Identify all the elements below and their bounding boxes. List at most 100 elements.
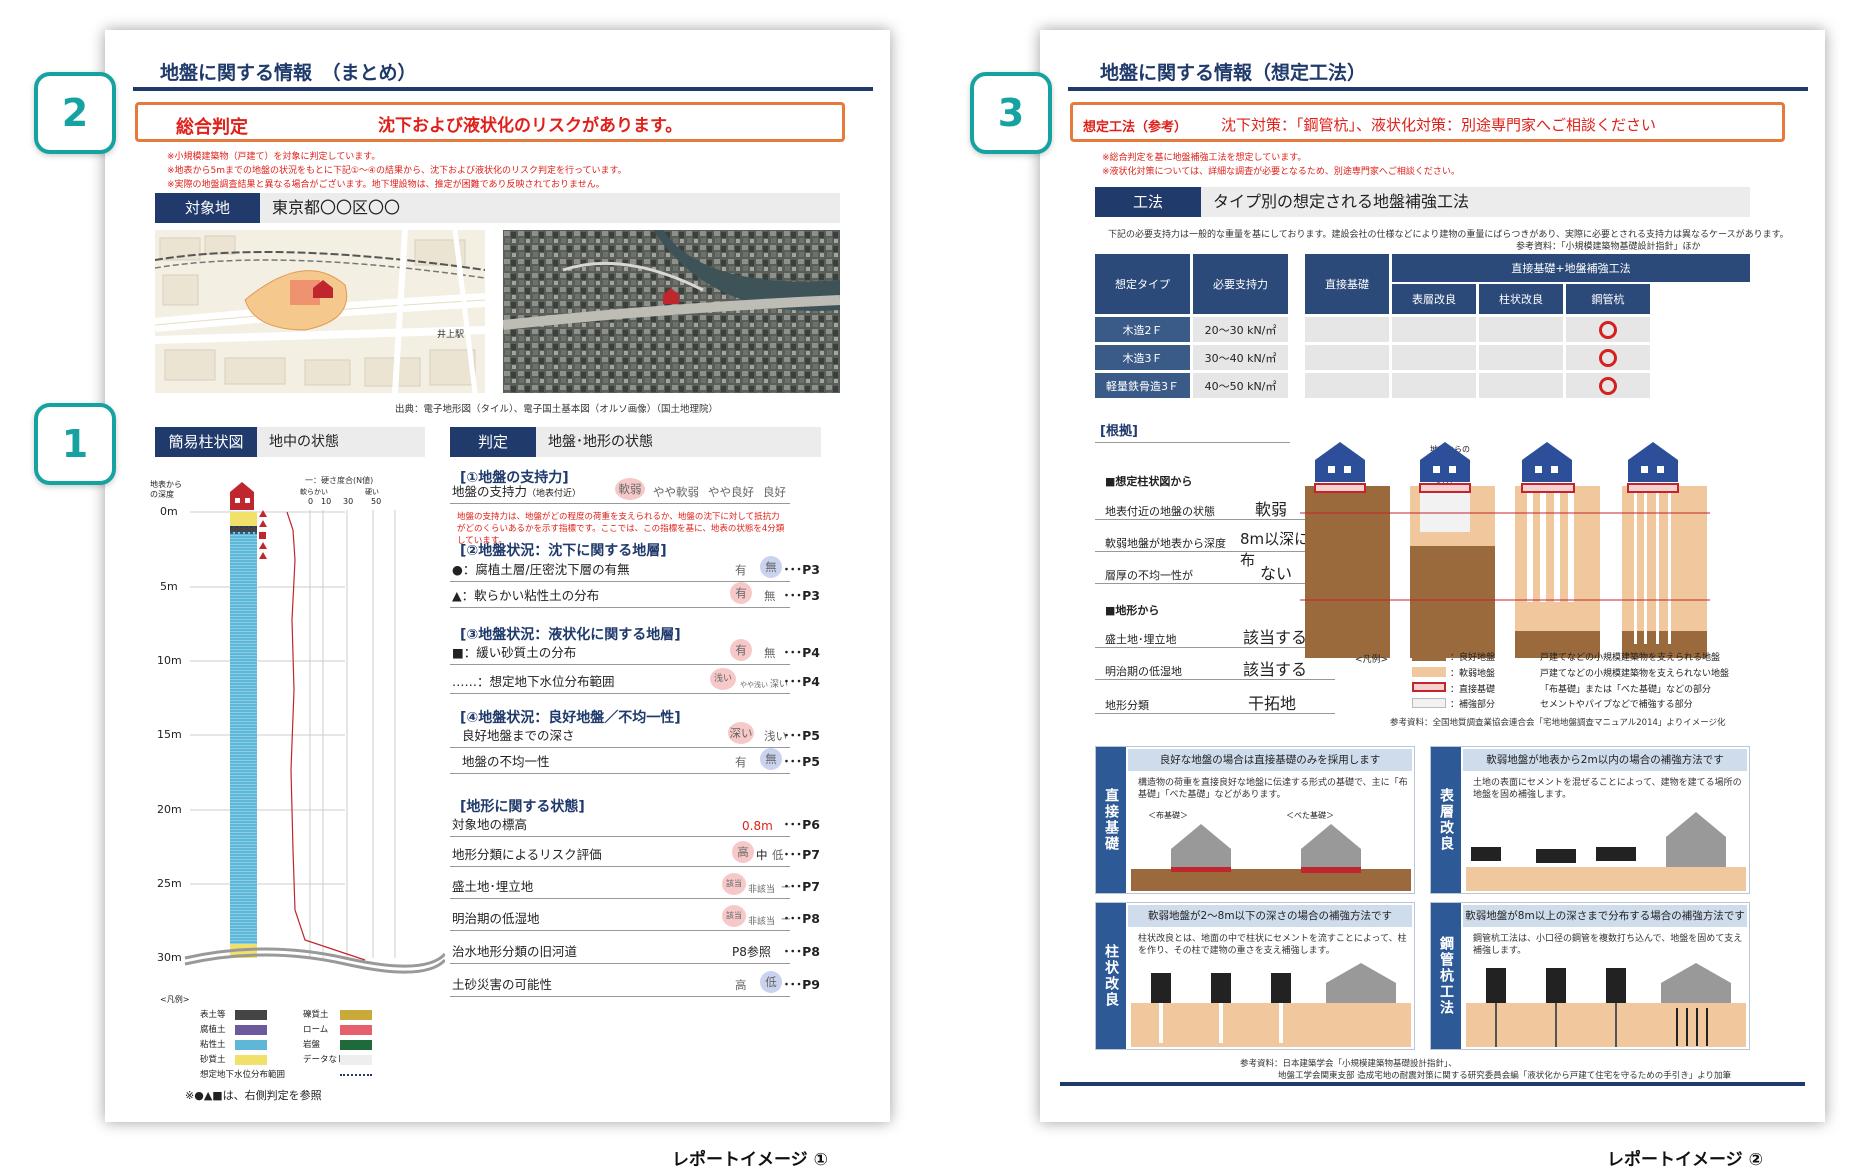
table-column-cell: [1479, 373, 1563, 398]
badge-3: 3: [970, 72, 1052, 154]
column-title: 地中の状態: [257, 427, 425, 457]
n-value-line: [286, 511, 366, 961]
table-header-type: 想定タイプ: [1095, 254, 1190, 314]
boring-column-chart: 地表から の深度 一：硬さ度合(N値) 軟らかい 硬い 0 10 30 50 0…: [145, 470, 445, 1100]
table-type-cell: 木造2Ｆ: [1095, 317, 1190, 342]
table-surface-cell: [1392, 373, 1476, 398]
judge-row-value-c: 低: [772, 848, 784, 862]
support-label-text: 地盤の支持力: [452, 484, 528, 499]
basis-row-label: 盛土地･埋立地: [1105, 633, 1177, 646]
basis-topo-head: ■地形から: [1105, 604, 1160, 617]
judge-row-label: ▲：軟らかい粘性土の分布: [452, 588, 600, 603]
judge-row-label: 治水地形分類の旧河道: [452, 944, 578, 959]
basis-row-label: 軟弱地盤が地表から深度: [1105, 537, 1226, 550]
basis-row: 盛土地･埋立地 該当する: [1095, 618, 1335, 648]
basis-row: 層厚の不均一性が ない: [1095, 554, 1335, 584]
table-support-cell: 20～30 kN/㎡: [1193, 317, 1288, 342]
panel-head: 軟弱地盤が8m以上の深さまで分布する場合の補強方法です: [1463, 905, 1747, 927]
badge-1: 1: [34, 403, 116, 485]
panel-direct-graphic: [1131, 824, 1411, 891]
note-line: ※総合判定を基に地盤補強工法を想定しています。: [1102, 153, 1307, 163]
judge-row-label: 盛土地･埋立地: [452, 879, 534, 894]
judge-row-page: ･･･P7: [783, 847, 820, 862]
basis-row-value: 該当する: [1243, 628, 1308, 647]
judge-row-page: ･･･P3: [783, 588, 820, 603]
table-header-surface: 表層改良: [1392, 284, 1476, 314]
judge-row-page: ･･･P8: [783, 911, 820, 926]
section-settle: [②地盤状況：沈下に関する地層]: [460, 543, 667, 559]
judge-row-value-a-text: 深い: [728, 722, 754, 744]
judge-row-page: ･･･P4: [783, 674, 820, 689]
support-sub-text: （地表付近）: [527, 489, 582, 499]
clay-layer: [230, 532, 257, 944]
judge-row: 対象地の標高 0.8m ･･･P6: [450, 813, 820, 837]
badge-2: 2: [34, 72, 116, 154]
judge-row-value-a: 該当: [722, 873, 746, 895]
table-header-pipe: 鋼管杭: [1566, 284, 1650, 314]
table-pipe-cell: [1566, 317, 1650, 342]
judge-row-page: ･･･P6: [783, 817, 820, 832]
judge-row-value-b: 無: [760, 556, 782, 578]
legend-desc: 「布基礎」または「べた基礎」などの部分: [1540, 685, 1712, 695]
judge-row: 盛土地･埋立地 該当 非該当 － ･･･P7: [450, 873, 820, 899]
judge-row-value-a: 深い: [728, 722, 754, 744]
support-opt-2: やや軟弱: [653, 485, 699, 499]
table-column-cell: [1479, 345, 1563, 370]
legend-item: 粘性土: [200, 1040, 226, 1050]
table-header-group: 直接基礎+地盤補強工法: [1392, 254, 1750, 282]
title-underline: [1068, 87, 1808, 91]
judge-row-value-b: 中: [756, 848, 768, 862]
legend-item: 礫質土: [303, 1010, 329, 1020]
location-label: 対象地: [155, 193, 260, 223]
panel-column: 柱状改良 軟弱地盤が2～8m以下の深さの場合の補強方法です 柱状改良とは、地面の…: [1095, 902, 1415, 1050]
judge-row-value-b: 無: [764, 589, 776, 603]
judge-row: ▲：軟らかい粘性土の分布 有 無 ･･･P3: [450, 582, 820, 608]
diagram-pipe: [1622, 483, 1707, 658]
column-footnote: ※●▲■は、右側判定を参照: [185, 1089, 322, 1102]
judge-row: 良好地盤までの深さ 深い 浅い ･･･P5: [450, 722, 820, 748]
legend-title: <凡例>: [160, 995, 190, 1004]
basis-row-label: 明治期の低湿地: [1105, 665, 1182, 678]
judge-row-page: ･･･P8: [783, 944, 820, 959]
panel-text: 鋼管杭工法は、小口径の鋼管を複数打ち込んで、地盤を固めて支え補強します。: [1473, 934, 1743, 956]
judge-row-value-a: P8参照: [732, 945, 771, 959]
basis-row-label: 地表付近の地盤の状態: [1105, 505, 1215, 518]
table-surface-cell: [1392, 345, 1476, 370]
diagram-legend-title: <凡例>: [1355, 655, 1389, 665]
basis-row-label: 地形分類: [1105, 699, 1149, 712]
table-direct-cell: [1305, 345, 1389, 370]
legend-item: 岩盤: [303, 1040, 321, 1050]
judge-row-value-a: 該当: [722, 905, 746, 927]
judge-row-value-b: 無: [760, 748, 782, 770]
basis-row-value: ない: [1260, 564, 1293, 583]
legend-name: ：軟弱地盤: [1450, 669, 1496, 679]
panel-text: 土地の表面にセメントを混ぜることによって、建物を建てる場所の地盤を固め補強します…: [1473, 778, 1742, 800]
judge-row-label: 土砂災害の可能性: [452, 977, 553, 992]
method-label: 想定工法（参考）: [1083, 120, 1188, 135]
table-type-cell: 木造3Ｆ: [1095, 345, 1190, 370]
support-opt-4: 良好: [763, 485, 786, 499]
table-header-direct: 直接基礎: [1305, 254, 1389, 314]
judge-row-label: 良好地盤までの深さ: [462, 728, 575, 743]
judge-row-value-a: 有: [735, 755, 747, 769]
judge-row-value-a-text: 該当: [722, 905, 746, 927]
marker-group: [259, 510, 267, 559]
legend-item: ローム: [303, 1025, 329, 1035]
koho-label: 工法: [1095, 187, 1201, 217]
check-circle-icon: [1599, 376, 1617, 395]
page-title: 地盤に関する情報（想定工法）: [1100, 62, 1367, 84]
judge-row-page: ･･･P9: [783, 977, 820, 992]
column-label: 簡易柱状図: [155, 427, 257, 457]
ground-diagram: [1300, 442, 1710, 658]
panel-head: 良好な地盤の場合は直接基礎のみを採用します: [1128, 749, 1412, 771]
legend-swatch-reinforce: [1412, 698, 1446, 708]
panel-side-label: 直接基礎: [1096, 747, 1126, 893]
legend-desc: 戸建てなどの小規模建築物を支えられる地盤: [1540, 653, 1721, 663]
diagram-ref: 参考資料：全国地質調査業協会連合会「宅地地盤調査マニュアル2014」よりイメージ…: [1390, 718, 1726, 728]
legend-item: 腐植土: [200, 1025, 226, 1035]
footer-ref1: 参考資料：日本建築学会「小規模建築物基礎設計指針」、: [1240, 1059, 1457, 1069]
house-icon: [230, 482, 254, 510]
map-credit: 出典：電子地形図（タイル）、電子国土基本図（オルソ画像）（国土地理院）: [395, 404, 719, 415]
table-header-support: 必要支持力: [1193, 254, 1288, 314]
note-line: ※地表から5mまでの地盤の状況をもとに下記①～④の結果から、沈下および液状化のリ…: [167, 166, 627, 176]
